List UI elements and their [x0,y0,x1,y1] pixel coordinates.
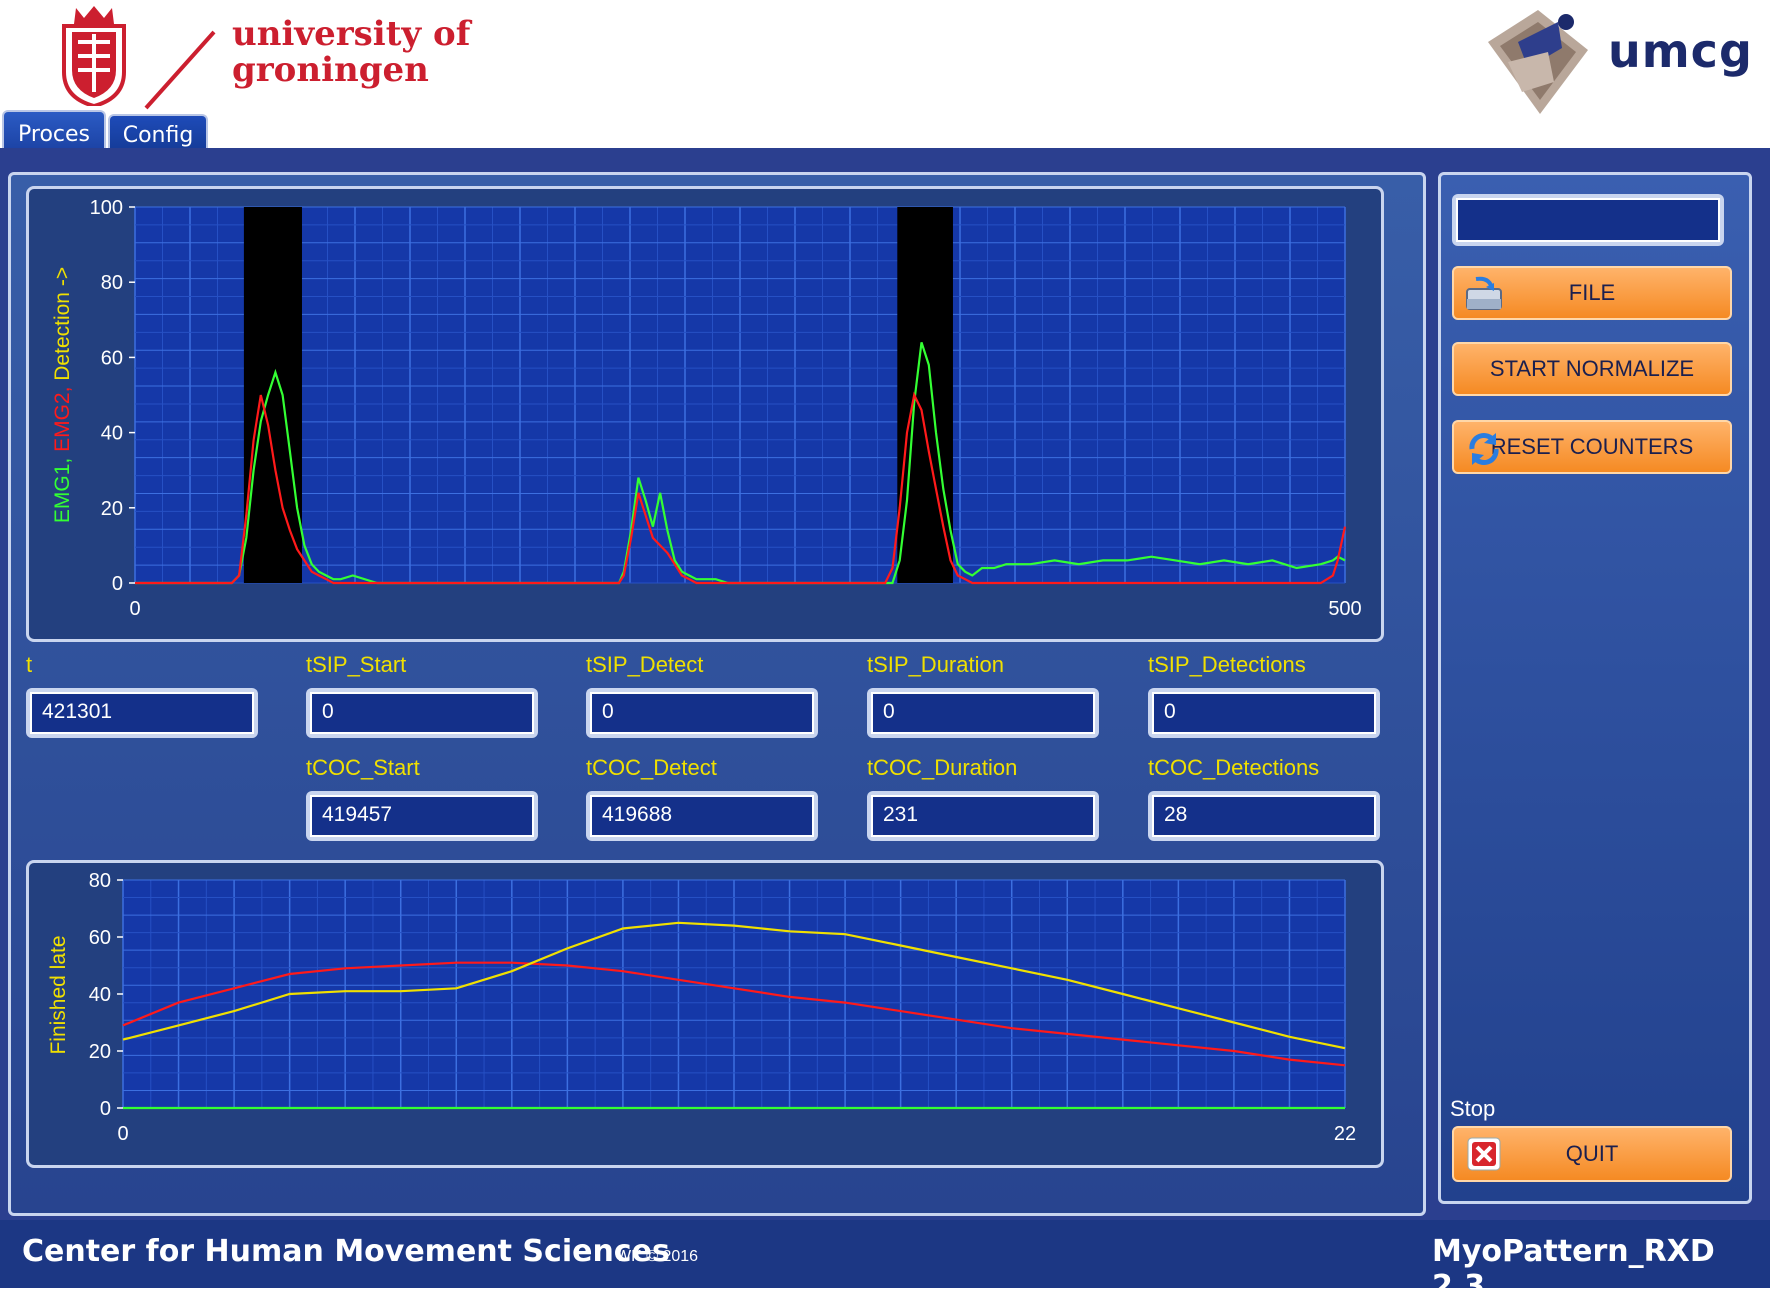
stop-label: Stop [1450,1096,1496,1121]
tcoc-detect-label: tCOC_Detect [586,755,717,780]
tcoc-detect-value: 419688 [590,795,814,837]
emg-y-tick: 20 [101,498,123,520]
file-button-label: FILE [1568,280,1616,305]
emg-y-tick: 40 [101,423,123,445]
university-line1: university of [232,14,471,54]
reset-counters-label: RESET COUNTERS [1490,434,1694,459]
open-folder-icon [1466,276,1502,310]
finished-late-x-tick: 22 [1334,1123,1356,1145]
tcoc-detections-value: 28 [1152,795,1376,837]
emg-chart: 0 20 40 60 80 100 0 500 EMG1, EMG2, Detection -… [26,186,1384,642]
tsip-detect-label: tSIP_Detect [586,652,704,677]
control-panel [1438,172,1752,1204]
status-value [1456,198,1720,242]
detection-band [243,207,302,583]
finished-late-y-tick: 40 [89,984,111,1006]
tcoc-start-value: 419457 [310,795,534,837]
university-line2: groningen [232,50,429,90]
finished-late-y-tick: 80 [89,870,111,892]
tsip-detections-label: tSIP_Detections [1148,652,1306,677]
tcoc-duration-value: 231 [871,795,1095,837]
header: university of groningen umcg Proces Conf… [0,0,1770,156]
footer-app-version: MyoPattern_RXD 2.3 [1432,1234,1715,1304]
finished-late-chart-svg: 0 20 40 60 80 0 22 Finished late [47,870,1356,1145]
tcoc-start-label: tCOC_Start [306,755,420,780]
finished-late-y-tick: 60 [89,927,111,949]
tsip-detections-field[interactable]: 0 [1148,688,1380,738]
reset-counters-button[interactable]: RESET COUNTERS [1452,420,1732,474]
emg-x-tick: 0 [129,598,140,620]
university-crest-logo [62,6,126,106]
tsip-duration-field[interactable]: 0 [867,688,1099,738]
tsip-detect-value: 0 [590,692,814,734]
tcoc-detections-label: tCOC_Detections [1148,755,1320,780]
t-field[interactable]: 421301 [26,688,258,738]
footer-copyright: WK © 2016 [616,1248,699,1265]
quit-button[interactable]: QUIT [1452,1126,1732,1182]
tsip-duration-value: 0 [871,692,1095,734]
start-normalize-button[interactable]: START NORMALIZE [1452,342,1732,396]
emg-y-tick: 0 [112,573,123,595]
tcoc-start-field[interactable]: 419457 [306,791,538,841]
finished-late-y-tick: 0 [100,1098,111,1120]
emg-y-tick: 80 [101,272,123,294]
close-x-icon [1467,1137,1501,1171]
finished-late-chart: 0 20 40 60 80 0 22 Finished late [26,860,1384,1168]
finished-late-y-tick: 20 [89,1041,111,1063]
t-value: 421301 [30,692,254,734]
detection-band [897,207,953,583]
tcoc-detect-field[interactable]: 419688 [586,791,818,841]
emg-y-axis-label: EMG1, EMG2, Detection -> [51,267,74,523]
tsip-detections-value: 0 [1152,692,1376,734]
quit-button-label: QUIT [1565,1141,1619,1166]
tcoc-detections-field[interactable]: 28 [1148,791,1380,841]
emg-y-axis-label-part: EMG1, [51,458,74,523]
status-display [1452,194,1724,246]
t-label: t [26,652,33,677]
emg-chart-svg: 0 20 40 60 80 100 0 500 EMG1, EMG2, Detection -… [51,197,1362,620]
tcoc-duration-label: tCOC_Duration [867,755,1018,780]
logo-divider-slash [144,30,216,110]
emg-y-tick: 60 [101,347,123,369]
finished-late-y-axis-label: Finished late [47,935,70,1054]
start-normalize-label: START NORMALIZE [1489,356,1695,381]
university-logo-text: university of groningen [232,16,470,88]
tsip-duration-label: tSIP_Duration [867,652,1004,677]
emg-y-axis-label-part: Detection -> [51,267,74,387]
umcg-logo-text: umcg [1608,24,1753,78]
tsip-start-field[interactable]: 0 [306,688,538,738]
emg-y-axis-label-part: EMG2, [51,387,74,458]
finished-late-x-tick: 0 [117,1123,128,1145]
emg-x-tick: 500 [1328,598,1361,620]
tsip-detect-field[interactable]: 0 [586,688,818,738]
tsip-start-label: tSIP_Start [306,652,407,677]
emg-y-tick: 100 [90,197,123,219]
refresh-icon [1469,433,1499,465]
file-button[interactable]: FILE [1452,266,1732,320]
footer-org-name: Center for Human Movement Sciences [22,1234,670,1269]
tsip-start-value: 0 [310,692,534,734]
tcoc-duration-field[interactable]: 231 [867,791,1099,841]
umcg-mosaic-logo [1488,10,1588,114]
